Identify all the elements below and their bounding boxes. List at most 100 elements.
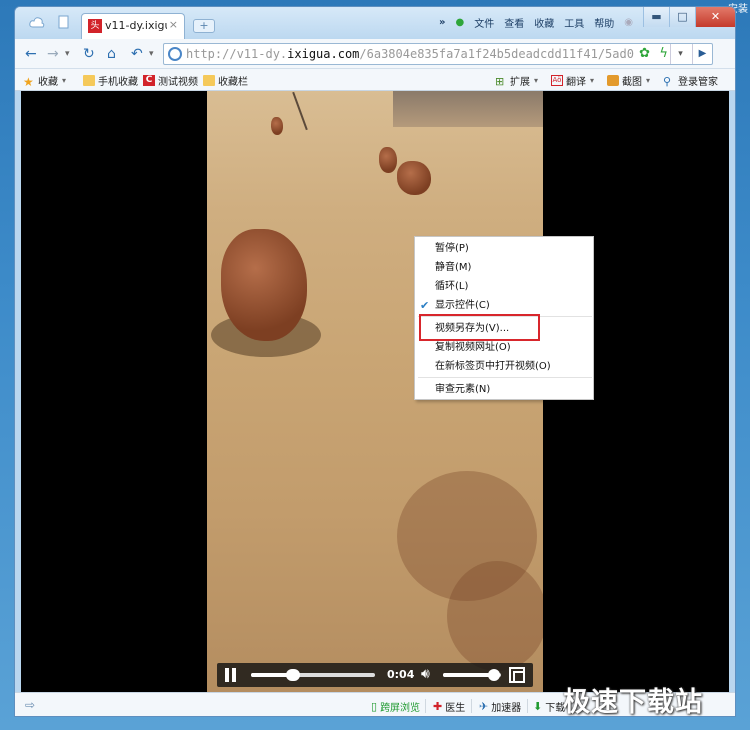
extensions-dropdown-icon: ▾ (534, 76, 539, 85)
status-separator (425, 699, 426, 713)
forward-arrow-icon[interactable]: → (47, 45, 59, 63)
browser-window: 头 v11-dy.ixigua. × + » ● 文件 查看 收藏 工具 帮助 … (14, 6, 736, 717)
menu-item-loop[interactable]: 循环(L) (415, 277, 593, 296)
fav-item-bar[interactable]: 收藏栏 (203, 73, 248, 88)
address-bar[interactable]: http://v11-dy.ixigua.com/6a3804e835fa7a1… (163, 43, 713, 65)
new-tab-button[interactable]: + (193, 19, 215, 33)
menu-item-label: 静音(M) (435, 262, 472, 273)
maximize-button[interactable]: □ (669, 7, 695, 27)
fav-item-label: 测试视频 (158, 77, 198, 88)
url-path: /6a3804e835fa7a1f24b5deadcdd11f41/5ad078… (359, 47, 634, 61)
menu-item-open-video-new-tab[interactable]: 在新标签页中打开视频(O) (415, 357, 593, 376)
video-frame-tree (292, 91, 308, 131)
fav-item-label: 手机收藏 (98, 77, 138, 88)
watermark-text: 极速下载站 (563, 687, 703, 718)
seek-handle[interactable] (286, 669, 301, 681)
volume-handle[interactable] (488, 669, 501, 681)
rocket-icon: ✈ (479, 700, 489, 713)
menu-file[interactable]: 文件 (474, 15, 494, 30)
medal-icon[interactable]: ◉ (624, 17, 633, 28)
extensions-menu[interactable]: ⊞ 扩展 ▾ (495, 73, 538, 88)
volume-icon[interactable]: 🔊︎ (421, 666, 430, 682)
menu-favorites[interactable]: 收藏 (534, 15, 554, 30)
translate-label: 翻译 (566, 77, 586, 88)
page-icon[interactable] (55, 15, 71, 29)
login-manager[interactable]: ⚲ 登录管家 (663, 73, 718, 88)
favorites-menu[interactable]: ★ 收藏 ▾ (23, 73, 67, 89)
download-button[interactable]: ⬇ 下载 (533, 699, 565, 714)
speed-mode-icon[interactable]: ϟ (659, 46, 668, 61)
video-frame-dirt (447, 561, 543, 671)
video-frame-rock (379, 147, 397, 173)
doctor-label: 医生 (445, 703, 466, 714)
video-frame-rock (271, 117, 283, 135)
status-separator (527, 699, 528, 713)
minimize-button[interactable]: ▬ (643, 7, 669, 27)
history-dropdown-icon[interactable]: ▾ (65, 45, 70, 63)
back-arrow-icon[interactable]: ← (25, 45, 37, 63)
tab-active[interactable]: 头 v11-dy.ixigua. × (81, 13, 185, 39)
screenshot-menu[interactable]: 截图 ▾ (607, 73, 650, 88)
address-dropdown-icon[interactable]: ▾ (670, 44, 690, 64)
undo-icon[interactable]: ↶ (131, 45, 143, 63)
shield-icon[interactable]: ● (455, 17, 464, 28)
fav-item-mobile[interactable]: 手机收藏 (83, 73, 138, 88)
favorites-dropdown-icon: ▾ (62, 76, 67, 85)
close-button[interactable]: ✕ (695, 7, 735, 27)
extensions-label: 扩展 (510, 77, 530, 88)
navigation-bar: ← → ▾ ↻ ⌂ ↶ ▾ http://v11-dy.ixigua.com/6… (15, 39, 735, 69)
menu-item-label: 显示控件(C) (435, 300, 490, 311)
folder-icon (83, 75, 95, 86)
menu-item-show-controls[interactable]: ✔ 显示控件(C) (415, 296, 593, 315)
menu-item-label: 循环(L) (435, 281, 469, 292)
refresh-icon[interactable]: ↻ (83, 45, 95, 63)
url-prefix: http://v11-dy. (186, 47, 288, 61)
home-icon[interactable]: ⌂ (107, 45, 116, 63)
video-frame-large-rock (221, 229, 307, 341)
volume-slider[interactable] (443, 669, 501, 681)
page-globe-icon (168, 47, 182, 61)
cross-screen-browse[interactable]: ▯ 跨屏浏览 (371, 699, 420, 714)
fav-item-test-video[interactable]: C 测试视频 (143, 73, 198, 88)
current-time: 0:04 (387, 668, 415, 681)
window-controls: ▬ □ ✕ (643, 7, 735, 27)
menu-tools[interactable]: 工具 (564, 15, 584, 30)
cloud-icon[interactable] (29, 15, 45, 29)
menu-separator (418, 377, 592, 378)
c-logo-icon: C (143, 75, 155, 86)
page-content: 0:04 🔊︎ 暂停(P) 静音(M) 循环(L) ✔ 显示控件(C) 视频另存为… (21, 91, 729, 692)
accelerator-button[interactable]: ✈ 加速器 (479, 699, 521, 714)
tab-title: v11-dy.ixigua. (105, 19, 167, 32)
favorites-label: 收藏 (38, 77, 58, 88)
menu-item-label: 在新标签页中打开视频(O) (435, 361, 551, 372)
menu-view[interactable]: 查看 (504, 15, 524, 30)
pause-icon[interactable] (223, 667, 239, 683)
translate-menu[interactable]: Aö 翻译 ▾ (551, 73, 594, 88)
seek-bar[interactable] (251, 669, 375, 681)
undo-dropdown-icon[interactable]: ▾ (149, 45, 154, 63)
sidebar-toggle-icon[interactable]: ⇨ (25, 698, 35, 712)
star-icon: ★ (23, 75, 34, 89)
fullscreen-icon[interactable] (509, 667, 525, 683)
user-icon: ⚲ (663, 75, 672, 88)
compat-mode-icon[interactable]: ✿ (639, 46, 650, 61)
doctor-button[interactable]: ✚ 医生 (433, 699, 465, 714)
status-separator (471, 699, 472, 713)
phone-icon: ▯ (371, 700, 378, 713)
grid-icon: ⊞ (495, 75, 505, 88)
tab-close-icon[interactable]: × (169, 18, 178, 31)
translate-dropdown-icon: ▾ (590, 76, 595, 85)
highlight-annotation-box (419, 314, 540, 341)
menu-item-inspect-element[interactable]: 审查元素(N) (415, 380, 593, 399)
url-domain: ixigua.com (287, 47, 360, 61)
menu-chevron-icon[interactable]: » (439, 17, 445, 28)
video-frame-village (393, 91, 543, 127)
go-button[interactable]: ▶ (692, 44, 712, 64)
download-arrow-icon: ⬇ (533, 700, 543, 713)
menu-item-mute[interactable]: 静音(M) (415, 258, 593, 277)
address-url[interactable]: http://v11-dy.ixigua.com/6a3804e835fa7a1… (186, 47, 634, 61)
volume-level (443, 673, 495, 677)
menu-item-pause[interactable]: 暂停(P) (415, 239, 593, 258)
menu-help[interactable]: 帮助 (594, 15, 614, 30)
screenshot-dropdown-icon: ▾ (646, 76, 651, 85)
